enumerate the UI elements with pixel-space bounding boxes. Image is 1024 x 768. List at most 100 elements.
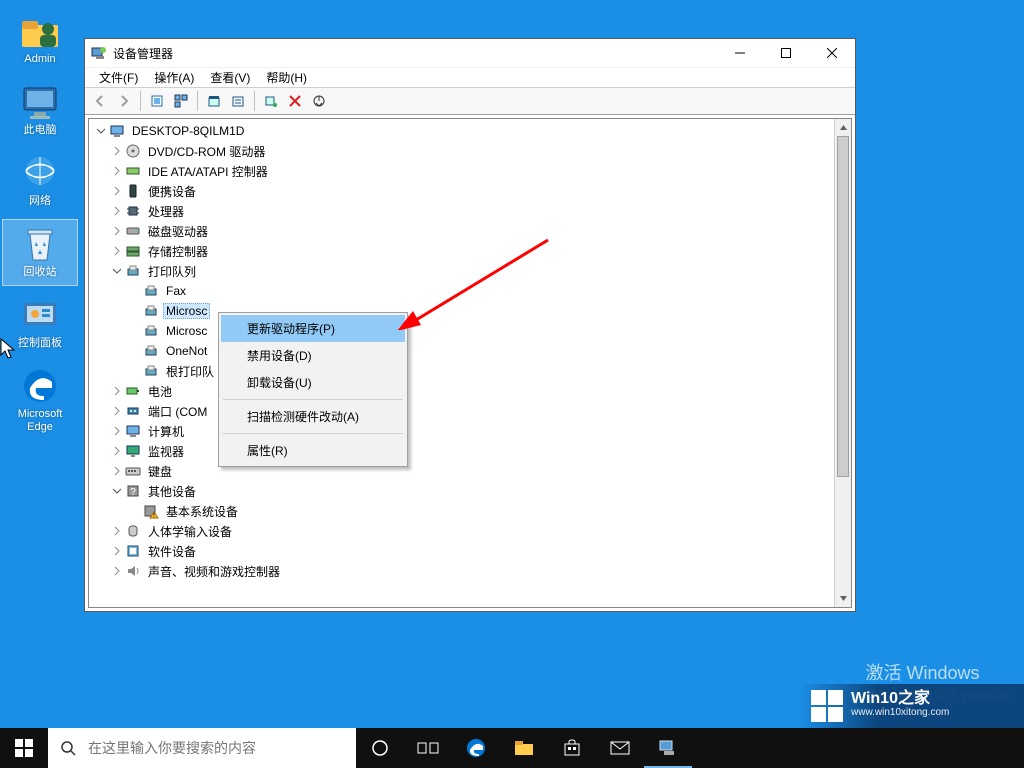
- desktop-icon-recycle-bin[interactable]: 回收站: [2, 219, 78, 286]
- taskbar-taskview-button[interactable]: [404, 728, 452, 768]
- monitor-icon: [125, 443, 141, 459]
- tree-item[interactable]: 计算机: [91, 421, 834, 441]
- chevron-right-icon[interactable]: [109, 563, 125, 579]
- titlebar[interactable]: 设备管理器: [85, 39, 855, 67]
- menu-file[interactable]: 文件(F): [91, 68, 146, 87]
- chevron-right-icon[interactable]: [109, 383, 125, 399]
- minimize-button[interactable]: [717, 39, 763, 67]
- chevron-right-icon[interactable]: [109, 443, 125, 459]
- tree-item[interactable]: DVD/CD-ROM 驱动器: [91, 141, 834, 161]
- desktop-icon-label: 此电脑: [24, 124, 57, 137]
- printer-icon: [143, 283, 159, 299]
- toolbar-enable-button[interactable]: [308, 90, 330, 112]
- toolbar-btn-4[interactable]: [227, 90, 249, 112]
- chevron-right-icon[interactable]: [109, 543, 125, 559]
- toolbar-btn-2[interactable]: [170, 90, 192, 112]
- taskbar-cortana-button[interactable]: [356, 728, 404, 768]
- tree-item[interactable]: !基本系统设备: [91, 501, 834, 521]
- tree-root[interactable]: DESKTOP-8QILM1D: [91, 121, 834, 141]
- maximize-button[interactable]: [763, 39, 809, 67]
- toolbar-scan-button[interactable]: [260, 90, 282, 112]
- vertical-scrollbar[interactable]: [834, 119, 851, 607]
- taskbar-explorer-button[interactable]: [500, 728, 548, 768]
- chevron-down-icon[interactable]: [109, 483, 125, 499]
- scroll-down-button[interactable]: [835, 590, 851, 607]
- chevron-right-icon[interactable]: [109, 403, 125, 419]
- taskbar-search[interactable]: [48, 728, 356, 768]
- toolbar: [85, 87, 855, 115]
- chevron-down-icon[interactable]: [109, 263, 125, 279]
- menu-action[interactable]: 操作(A): [146, 68, 202, 87]
- tree-item-selected[interactable]: Microsc: [91, 301, 834, 321]
- toolbar-btn-3[interactable]: [203, 90, 225, 112]
- printer-icon: [143, 343, 159, 359]
- taskbar-mail-button[interactable]: [596, 728, 644, 768]
- tree-item[interactable]: Microsc: [91, 321, 834, 341]
- ctx-separator: [223, 399, 403, 400]
- chevron-right-icon[interactable]: [109, 423, 125, 439]
- chevron-right-icon[interactable]: [109, 523, 125, 539]
- desktop-icon-label: Microsoft Edge: [5, 408, 75, 434]
- desktop-icon-this-pc[interactable]: 此电脑: [2, 77, 78, 144]
- scroll-up-button[interactable]: [835, 119, 851, 136]
- tree-item[interactable]: IDE ATA/ATAPI 控制器: [91, 161, 834, 181]
- chevron-down-icon[interactable]: [93, 123, 109, 139]
- chevron-right-icon[interactable]: [109, 183, 125, 199]
- tree-item[interactable]: Fax: [91, 281, 834, 301]
- chevron-right-icon[interactable]: [109, 203, 125, 219]
- logo-url: www.win10xitong.com: [851, 706, 949, 720]
- tree-item[interactable]: 人体学输入设备: [91, 521, 834, 541]
- tree-item[interactable]: 便携设备: [91, 181, 834, 201]
- desktop-icon-label: Admin: [24, 53, 55, 66]
- ctx-properties[interactable]: 属性(R): [221, 437, 405, 464]
- desktop-icon-admin[interactable]: Admin: [2, 6, 78, 73]
- tree-item[interactable]: 根打印队: [91, 361, 834, 381]
- tree-item[interactable]: 端口 (COM: [91, 401, 834, 421]
- desktop-icons: Admin 此电脑 网络 回收站 控制面板 Microsoft Edge: [0, 6, 80, 441]
- start-button[interactable]: [0, 728, 48, 768]
- tree-item[interactable]: 处理器: [91, 201, 834, 221]
- ctx-disable-device[interactable]: 禁用设备(D): [221, 342, 405, 369]
- tree-item[interactable]: 键盘: [91, 461, 834, 481]
- user-folder-icon: [20, 11, 60, 51]
- close-button[interactable]: [809, 39, 855, 67]
- menu-help[interactable]: 帮助(H): [258, 68, 315, 87]
- chevron-right-icon[interactable]: [109, 223, 125, 239]
- tree-item[interactable]: 存储控制器: [91, 241, 834, 261]
- tree-item[interactable]: 监视器: [91, 441, 834, 461]
- forward-button[interactable]: [113, 90, 135, 112]
- toolbar-uninstall-button[interactable]: [284, 90, 306, 112]
- ctx-scan-hardware[interactable]: 扫描检测硬件改动(A): [221, 403, 405, 430]
- chevron-right-icon[interactable]: [109, 243, 125, 259]
- chevron-right-icon[interactable]: [109, 463, 125, 479]
- chevron-right-icon[interactable]: [109, 163, 125, 179]
- toolbar-btn-1[interactable]: [146, 90, 168, 112]
- printer-icon: [143, 363, 159, 379]
- search-icon: [48, 740, 88, 756]
- tree-item[interactable]: 软件设备: [91, 541, 834, 561]
- scroll-track[interactable]: [835, 136, 851, 590]
- tree-item[interactable]: 磁盘驱动器: [91, 221, 834, 241]
- tree-item[interactable]: 声音、视频和游戏控制器: [91, 561, 834, 581]
- chevron-right-icon[interactable]: [109, 143, 125, 159]
- taskbar-edge-button[interactable]: [452, 728, 500, 768]
- search-input[interactable]: [88, 728, 356, 768]
- desktop-icon-edge[interactable]: Microsoft Edge: [2, 361, 78, 441]
- tree-item-print-queues[interactable]: 打印队列: [91, 261, 834, 281]
- tree-item[interactable]: OneNot: [91, 341, 834, 361]
- menu-view[interactable]: 查看(V): [202, 68, 258, 87]
- tree-item-other-devices[interactable]: ?其他设备: [91, 481, 834, 501]
- ctx-update-driver[interactable]: 更新驱动程序(P): [221, 315, 405, 342]
- desktop-icon-label: 网络: [29, 195, 51, 208]
- back-button[interactable]: [89, 90, 111, 112]
- ctx-uninstall-device[interactable]: 卸载设备(U): [221, 369, 405, 396]
- taskbar-device-manager-button[interactable]: [644, 728, 692, 768]
- taskbar-store-button[interactable]: [548, 728, 596, 768]
- desktop-icon-network[interactable]: 网络: [2, 148, 78, 215]
- tree-container: DESKTOP-8QILM1D DVD/CD-ROM 驱动器 IDE ATA/A…: [88, 118, 852, 608]
- dvd-icon: [125, 143, 141, 159]
- tree-item[interactable]: 电池: [91, 381, 834, 401]
- scroll-thumb[interactable]: [837, 136, 849, 477]
- device-tree[interactable]: DESKTOP-8QILM1D DVD/CD-ROM 驱动器 IDE ATA/A…: [89, 119, 834, 607]
- taskbar: [0, 728, 1024, 768]
